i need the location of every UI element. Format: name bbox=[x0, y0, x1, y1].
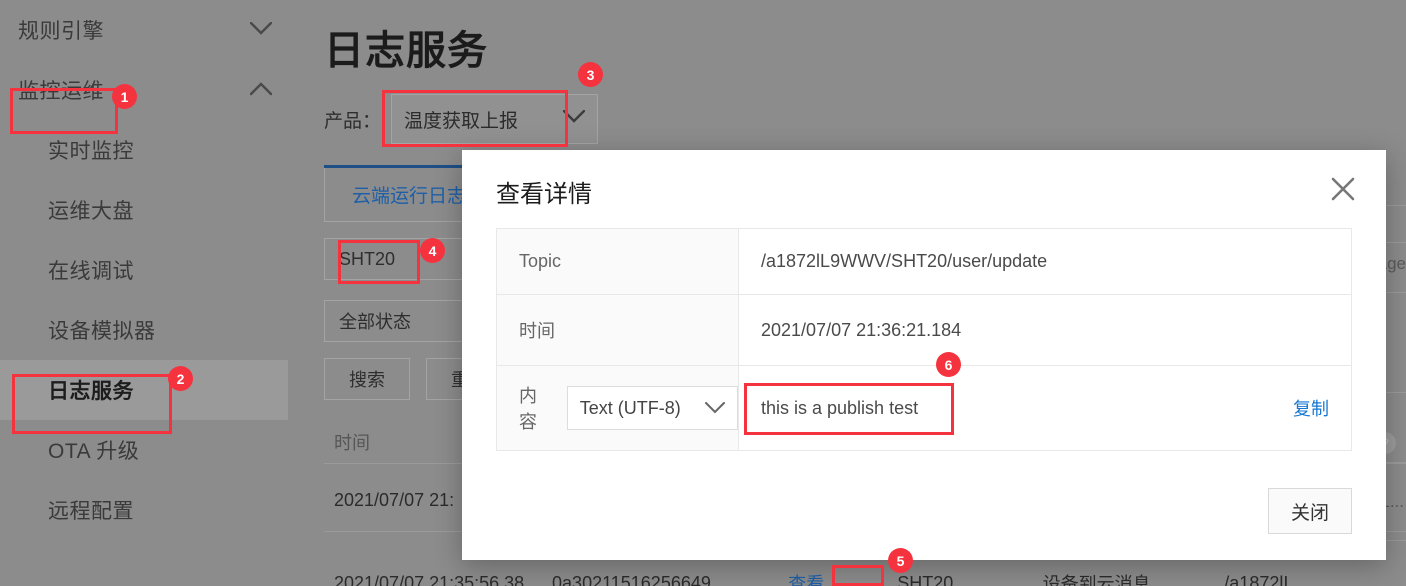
sidebar-item-label: 远程配置 bbox=[48, 500, 134, 523]
sidebar-nav: 规则引擎 监控运维 实时监控 运维大盘 在线调试 设备模拟器 日志服务 OTA … bbox=[0, 0, 288, 586]
detail-label-content: 内容 bbox=[519, 386, 537, 432]
screen-root: 规则引擎 监控运维 实时监控 运维大盘 在线调试 设备模拟器 日志服务 OTA … bbox=[0, 0, 1406, 586]
product-label: 产品： bbox=[324, 110, 382, 132]
chevron-down-icon bbox=[705, 398, 725, 419]
product-select[interactable]: 温度获取上报 bbox=[391, 94, 599, 144]
sidebar-item-label: OTA 升级 bbox=[48, 440, 140, 463]
detail-value-content-cell: this is a publish test 复制 bbox=[739, 366, 1352, 451]
sidebar-item-label: 运维大盘 bbox=[48, 200, 134, 223]
detail-value-time: 2021/07/07 21:36:21.184 bbox=[761, 319, 962, 340]
sidebar-item-label: 实时监控 bbox=[48, 140, 134, 163]
tab-label: 云端运行日志 bbox=[351, 186, 466, 207]
encoding-select-value: Text (UTF-8) bbox=[579, 397, 681, 418]
device-filter-input[interactable]: SHT20 bbox=[324, 238, 474, 280]
cell-topic: /a1872lI bbox=[1224, 572, 1289, 586]
detail-row-time: 时间 2021/07/07 21:36:21.184 bbox=[496, 294, 1352, 366]
sidebar-item-label: 规则引擎 bbox=[18, 20, 104, 43]
detail-row-topic: Topic /a1872lL9WWV/SHT20/user/update bbox=[496, 228, 1352, 295]
sidebar-item-ota-upgrade[interactable]: OTA 升级 bbox=[0, 420, 288, 480]
search-button-label: 搜索 bbox=[349, 370, 385, 390]
sidebar-item-label: 设备模拟器 bbox=[48, 320, 156, 343]
cell-log-type: 设备到云消息 bbox=[1042, 574, 1151, 586]
detail-value-content: this is a publish test bbox=[761, 397, 919, 418]
copy-button[interactable]: 复制 bbox=[1293, 395, 1329, 421]
device-filter-value: SHT20 bbox=[339, 248, 396, 269]
sidebar-item-realtime-monitor[interactable]: 实时监控 bbox=[0, 120, 288, 180]
detail-dialog: 查看详情 Topic /a1872lL9WWV/SHT20/user/updat… bbox=[462, 150, 1386, 560]
sidebar-item-ops-dashboard[interactable]: 运维大盘 bbox=[0, 180, 288, 240]
sidebar-item-log-service[interactable]: 日志服务 bbox=[0, 360, 288, 420]
detail-table: Topic /a1872lL9WWV/SHT20/user/update 时间 … bbox=[496, 228, 1352, 451]
sidebar-item-label: 在线调试 bbox=[48, 260, 134, 283]
page-title: 日志服务 bbox=[324, 29, 488, 73]
detail-label-topic: Topic bbox=[496, 228, 739, 295]
detail-value-topic: /a1872lL9WWV/SHT20/user/update bbox=[761, 251, 1048, 271]
cell-time: 2021/07/07 21:35:56.38 bbox=[334, 572, 525, 586]
close-dialog-button[interactable]: 关闭 bbox=[1268, 488, 1352, 534]
cell-device: SHT20 bbox=[897, 572, 954, 586]
chevron-down-icon bbox=[562, 108, 586, 130]
sidebar-item-label: 监控运维 bbox=[18, 80, 104, 103]
sidebar-item-label: 日志服务 bbox=[48, 380, 134, 403]
cell-message-id: 0a30211516256649 bbox=[552, 572, 711, 586]
sidebar-item-device-simulator[interactable]: 设备模拟器 bbox=[0, 300, 288, 360]
product-filter-row: 产品： 温度获取上报 bbox=[324, 94, 599, 144]
detail-label-content-cell: 内容 Text (UTF-8) bbox=[496, 365, 739, 451]
view-detail-link[interactable]: 查看 bbox=[788, 570, 897, 586]
chevron-down-icon bbox=[250, 22, 272, 38]
sidebar-item-monitoring[interactable]: 监控运维 bbox=[0, 60, 288, 120]
encoding-select[interactable]: Text (UTF-8) bbox=[566, 386, 738, 430]
chevron-up-icon bbox=[250, 82, 272, 98]
search-button[interactable]: 搜索 bbox=[324, 358, 410, 400]
sidebar-item-rule-engine[interactable]: 规则引擎 bbox=[0, 0, 288, 60]
status-filter-value: 全部状态 bbox=[339, 312, 411, 332]
close-icon[interactable] bbox=[1326, 172, 1360, 206]
sidebar-item-online-debug[interactable]: 在线调试 bbox=[0, 240, 288, 300]
dialog-footer: 关闭 bbox=[1268, 488, 1352, 534]
sidebar-item-remote-config[interactable]: 远程配置 bbox=[0, 480, 288, 540]
product-select-value: 温度获取上报 bbox=[404, 110, 519, 132]
detail-row-content: 内容 Text (UTF-8) this is a publish test 复… bbox=[496, 365, 1352, 451]
dialog-title: 查看详情 bbox=[496, 181, 592, 208]
detail-label-time: 时间 bbox=[496, 294, 739, 366]
